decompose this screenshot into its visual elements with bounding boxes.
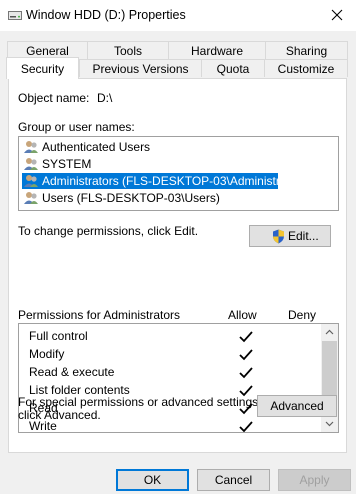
special-permissions-text-line2: click Advanced.: [18, 408, 101, 422]
allow-check-icon: [239, 421, 253, 432]
change-permissions-text: To change permissions, click Edit.: [18, 224, 199, 238]
shield-icon: [273, 229, 284, 244]
tab-sharing[interactable]: Sharing: [265, 41, 348, 59]
scroll-down-icon[interactable]: [321, 415, 338, 432]
user-label: Authenticated Users: [42, 140, 151, 154]
user-label: Administrators (FLS-DESKTOP-03\Administr…: [42, 174, 311, 188]
edit-button[interactable]: Edit...: [249, 225, 331, 247]
permission-name: Full control: [29, 329, 88, 343]
ok-button[interactable]: OK: [116, 469, 189, 491]
apply-button[interactable]: Apply: [278, 469, 351, 491]
users-icon: [24, 192, 38, 204]
users-icon: [24, 175, 38, 187]
drive-icon: [8, 11, 22, 20]
group-label: Group or user names:: [18, 120, 135, 134]
window-title: Window HDD (D:) Properties: [26, 8, 186, 22]
permission-name: Read & execute: [29, 365, 115, 379]
permissions-label: Permissions for Administrators: [18, 308, 181, 322]
tab-previous-versions[interactable]: Previous Versions: [79, 59, 202, 77]
permission-row: Read & execute: [29, 363, 114, 381]
permission-row: Modify: [29, 345, 64, 363]
special-permissions-text-line1: For special permissions or advanced sett…: [18, 395, 262, 409]
permission-row: Full control: [29, 327, 88, 345]
list-item-administrators[interactable]: Administrators (FLS-DESKTOP-03\Administr…: [22, 173, 311, 189]
users-icon: [24, 141, 38, 153]
allow-check-icon: [239, 349, 253, 361]
permission-name: Modify: [29, 347, 65, 361]
allow-check-icon: [239, 331, 253, 343]
security-panel: Object name: D:\ Group or user names: Au…: [8, 78, 347, 453]
users-icon: [24, 158, 38, 170]
user-list[interactable]: Authenticated Users SYSTEM Administrator…: [18, 136, 339, 211]
title-bar: Window HDD (D:) Properties: [0, 0, 356, 31]
tab-tools[interactable]: Tools: [87, 41, 169, 59]
close-icon[interactable]: [328, 6, 346, 24]
tab-security[interactable]: Security: [6, 57, 79, 79]
allow-header: Allow: [228, 308, 257, 322]
scroll-up-icon[interactable]: [321, 324, 338, 341]
cancel-button[interactable]: Cancel: [197, 469, 270, 491]
user-label: SYSTEM: [42, 157, 92, 171]
scrollbar-thumb[interactable]: [322, 341, 337, 401]
tab-customize[interactable]: Customize: [264, 59, 348, 77]
tab-hardware[interactable]: Hardware: [168, 41, 266, 59]
object-name-value: D:\: [97, 91, 113, 105]
allow-check-icon: [239, 367, 253, 379]
object-name-label: Object name:: [18, 91, 90, 105]
user-label: Users (FLS-DESKTOP-03\Users): [42, 191, 220, 205]
advanced-button[interactable]: Advanced: [257, 395, 337, 417]
edit-button-label: Edit...: [288, 229, 319, 243]
deny-header: Deny: [288, 308, 317, 322]
tab-quota[interactable]: Quota: [201, 59, 265, 77]
